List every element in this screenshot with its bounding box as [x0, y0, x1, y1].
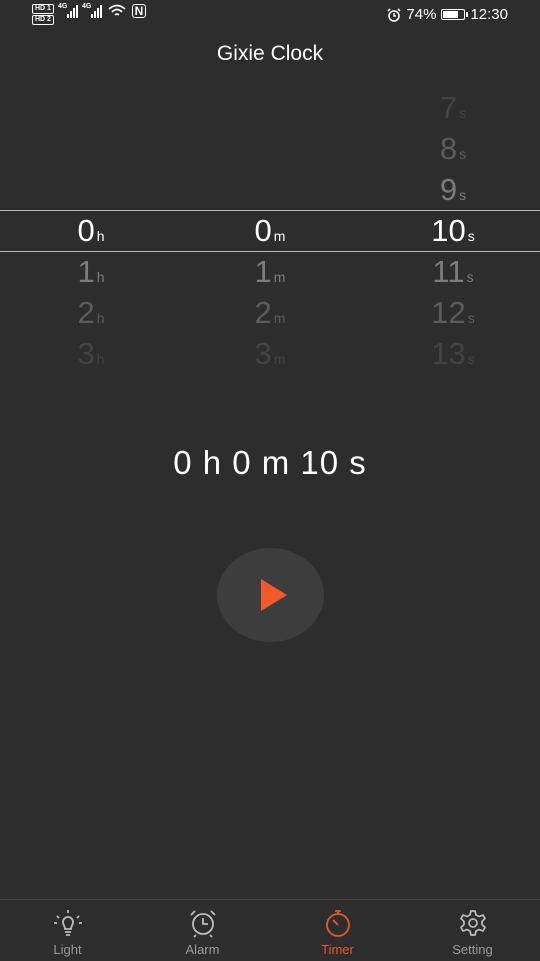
nav-label-timer: Timer: [321, 942, 354, 957]
nav-item-alarm[interactable]: Alarm: [135, 900, 270, 961]
picker-value[interactable]: 13 s: [393, 333, 513, 374]
battery-fill: [443, 11, 458, 18]
nav-label-setting: Setting: [452, 942, 493, 957]
signal-sim2-icon: 4G: [81, 3, 102, 18]
alarm-status-icon: [387, 7, 401, 22]
page-title: Gixie Clock: [216, 42, 324, 65]
picker-number: 2: [254, 295, 272, 330]
picker-number: 8: [439, 131, 458, 166]
picker-number: 1: [254, 254, 272, 289]
picker-value[interactable]: 2m: [210, 292, 330, 333]
alarm-clock-icon: [189, 910, 216, 938]
picker-unit: s: [459, 146, 467, 162]
picker-number: 11: [432, 254, 465, 289]
sim1-label: 4G: [57, 3, 68, 10]
picker-unit: s: [459, 187, 467, 203]
picker-value[interactable]: 1h: [31, 251, 151, 292]
picker-unit: s: [459, 105, 467, 121]
wifi-icon: [108, 4, 126, 16]
nav-label-alarm: Alarm: [185, 942, 220, 957]
hd-indicators: HD 1 HD 2: [32, 4, 54, 25]
status-right: 74% 12:30: [387, 6, 508, 23]
picker-unit: h: [96, 269, 105, 285]
picker-unit: m: [273, 351, 286, 367]
picker-value[interactable]: 3h: [31, 333, 151, 374]
picker-number: 13: [431, 336, 466, 371]
signal-sim1-icon: 4G: [57, 3, 78, 18]
battery-percent: 74%: [406, 6, 437, 23]
minutes-wheel[interactable]: 0m1m2m3m: [210, 90, 330, 380]
picker-value[interactable]: 9s: [393, 169, 513, 210]
picker-number: 0: [254, 213, 272, 248]
picker-number: 9: [439, 172, 458, 207]
battery-icon: [441, 9, 469, 20]
picker-number: 1: [77, 254, 95, 289]
picker-value[interactable]: 1m: [210, 251, 330, 292]
duration-summary: 0 h 0 m 10 s: [173, 444, 367, 481]
picker-unit: h: [96, 310, 105, 326]
picker-value[interactable]: 11 s: [393, 251, 513, 292]
picker-number: 12: [431, 295, 466, 330]
picker-selected-value[interactable]: 0h: [31, 210, 151, 251]
picker-unit: s: [467, 351, 475, 367]
picker-number: 2: [77, 295, 95, 330]
timer-icon: [325, 910, 350, 937]
picker-unit: m: [273, 310, 286, 326]
duration-picker: 0h1h2h3h 0m1m2m3m 7 s 8 s 9 s 10 s 11 s 12 s 13 s: [0, 90, 540, 380]
picker-unit: m: [273, 269, 286, 285]
picker-unit: s: [466, 269, 474, 285]
picker-unit: m: [273, 228, 286, 244]
picker-number: 0: [77, 213, 95, 248]
hd1-badge: HD 1: [32, 4, 54, 14]
nav-item-setting[interactable]: Setting: [405, 900, 540, 961]
picker-value[interactable]: 3m: [210, 333, 330, 374]
picker-number: 10: [431, 213, 466, 248]
picker-number: 3: [254, 336, 272, 371]
light-bulb-icon: [53, 910, 82, 936]
picker-unit: s: [467, 310, 475, 326]
picker-unit: h: [96, 351, 105, 367]
picker-number: 7: [439, 90, 458, 125]
picker-selected-value[interactable]: 0m: [210, 210, 330, 251]
nfc-icon: N: [131, 4, 146, 18]
picker-value[interactable]: 8s: [393, 128, 513, 169]
sim2-label: 4G: [81, 3, 92, 10]
nav-item-timer[interactable]: Timer: [270, 900, 405, 961]
picker-value[interactable]: 7s: [393, 87, 513, 128]
picker-selected-value[interactable]: 10 s: [393, 210, 513, 251]
hd2-badge: HD 2: [32, 15, 54, 25]
play-icon: [260, 579, 287, 611]
picker-number: 3: [77, 336, 95, 371]
start-timer-button[interactable]: [217, 548, 324, 642]
clock-time: 12:30: [470, 6, 508, 23]
picker-value[interactable]: 2h: [31, 292, 151, 333]
picker-unit: s: [467, 228, 475, 244]
picker-value[interactable]: 12 s: [393, 292, 513, 333]
status-bar: HD 1 HD 2 4G 4G N 74% 12:30: [0, 0, 540, 32]
status-left: HD 1 HD 2 4G 4G N: [32, 3, 146, 25]
hours-wheel[interactable]: 0h1h2h3h: [31, 90, 151, 380]
picker-unit: h: [96, 228, 105, 244]
seconds-wheel[interactable]: 7 s 8 s 9 s 10 s 11 s 12 s 13 s: [393, 90, 513, 380]
gear-icon: [459, 910, 486, 936]
bottom-nav: Light Alarm Timer Setting: [0, 899, 540, 961]
nav-item-light[interactable]: Light: [0, 900, 135, 961]
nav-label-light: Light: [53, 942, 82, 957]
